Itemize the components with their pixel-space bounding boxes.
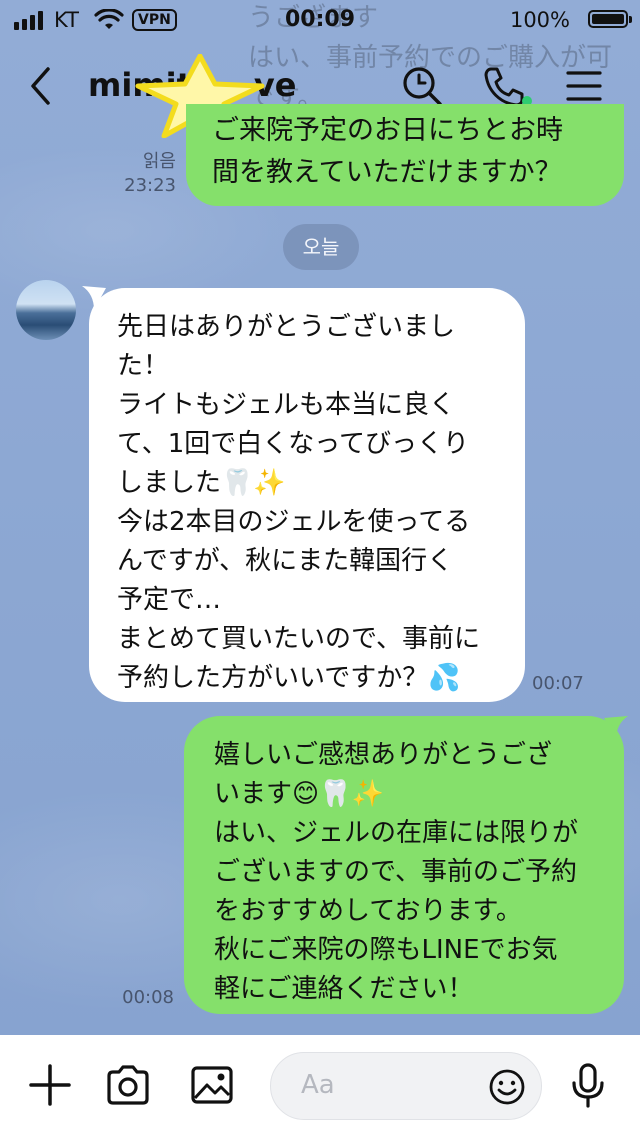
plus-icon[interactable] — [26, 1061, 74, 1109]
message-bubble-outgoing[interactable]: 嬉しいご感想ありがとうござ います😊🦷✨ はい、ジェルの在庫には限りが ございま… — [184, 716, 624, 1014]
emoji-icon[interactable] — [487, 1067, 527, 1107]
message-input[interactable]: Aa — [270, 1052, 542, 1120]
status-bar: KT VPN 00:09 100% — [0, 0, 640, 40]
phone-icon[interactable] — [482, 64, 526, 108]
message-text: 嬉しいご感想ありがとうござ います😊🦷✨ はい、ジェルの在庫には限りが ございま… — [214, 740, 579, 1004]
search-icon[interactable] — [400, 64, 444, 108]
date-divider: 오늘 — [283, 224, 359, 270]
menu-icon[interactable] — [562, 64, 606, 108]
camera-icon[interactable] — [104, 1061, 152, 1109]
message-input-bar: Aa — [0, 1035, 640, 1136]
message-text: ご来院予定のお日にちとお時 間を教えていただけますか？ — [212, 115, 563, 188]
message-bubble-outgoing-previous[interactable]: ご来院予定のお日にちとお時 間を教えていただけますか？ — [186, 104, 624, 206]
battery-icon — [588, 10, 632, 28]
microphone-icon[interactable] — [564, 1061, 612, 1109]
message-meta: 읽음 23:23 — [110, 150, 176, 198]
message-time: 23:23 — [124, 175, 176, 196]
read-receipt: 읽음 — [142, 151, 176, 172]
message-input-placeholder: Aa — [301, 1070, 335, 1100]
battery-percent: 100% — [509, 8, 570, 32]
message-time: 00:07 — [532, 673, 584, 694]
message-time: 00:08 — [122, 987, 174, 1008]
back-icon[interactable] — [28, 66, 54, 106]
avatar[interactable] — [16, 280, 76, 340]
image-icon[interactable] — [188, 1061, 236, 1109]
message-bubble-incoming[interactable]: 先日はありがとうございまし た！ ライトもジェルも本当に良く て、1回で白くなっ… — [89, 288, 525, 702]
message-text: 先日はありがとうございまし た！ ライトもジェルも本当に良く て、1回で白くなっ… — [117, 312, 480, 693]
